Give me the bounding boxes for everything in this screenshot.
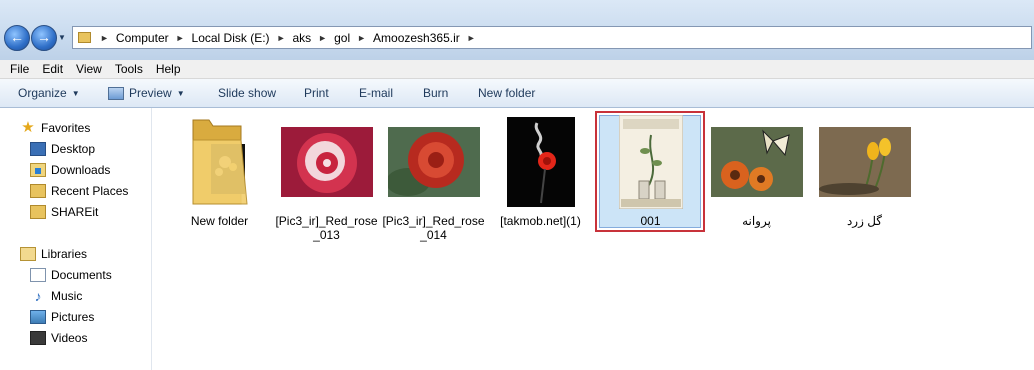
nav-downloads[interactable]: Downloads	[30, 160, 110, 180]
nav-documents[interactable]: Documents	[30, 265, 112, 285]
nav-documents-label: Documents	[51, 268, 112, 282]
rose-pink-thumbnail	[280, 127, 373, 197]
breadcrumb-local-disk[interactable]: Local Disk (E:)	[192, 31, 270, 45]
command-bar: Organize ▼ Preview ▼ Slide show Print E-ma…	[0, 79, 1034, 108]
file-name: New folder	[190, 214, 249, 228]
nav-recent-places[interactable]: Recent Places	[30, 181, 128, 201]
organize-label: Organize	[18, 86, 67, 100]
folder-icon	[30, 205, 46, 219]
chevron-right-icon[interactable]: ►	[357, 33, 366, 43]
videos-icon	[30, 331, 46, 345]
book-cover-thumbnail	[618, 115, 683, 209]
preview-label: Preview	[129, 86, 172, 100]
breadcrumb-gol[interactable]: gol	[334, 31, 350, 45]
chevron-right-icon[interactable]: ►	[100, 33, 109, 43]
file-item[interactable]: [Pic3_ir]_Red_rose_014	[381, 112, 486, 242]
email-button[interactable]: E-mail	[359, 86, 393, 100]
pictures-icon	[30, 310, 46, 324]
nav-shareit[interactable]: SHAREit	[30, 202, 98, 222]
star-icon: ★	[21, 119, 35, 136]
file-item[interactable]: پروانه	[704, 112, 809, 228]
desktop-icon	[30, 142, 46, 156]
nav-videos-label: Videos	[51, 331, 88, 345]
chevron-down-icon: ▼	[71, 89, 80, 99]
menu-file[interactable]: File	[10, 62, 29, 76]
menu-help[interactable]: Help	[156, 62, 181, 76]
navigation-pane: ★ Favorites Desktop Downloads Recent Plac…	[0, 108, 152, 370]
chevron-down-icon: ▼	[176, 89, 185, 99]
breadcrumb-aks[interactable]: aks	[292, 31, 311, 45]
nav-downloads-label: Downloads	[51, 163, 111, 177]
file-name: 001	[640, 214, 661, 228]
back-button[interactable]: ←	[4, 25, 30, 51]
forward-button[interactable]: →	[31, 25, 57, 51]
nav-music-label: Music	[51, 289, 83, 303]
nav-desktop[interactable]: Desktop	[30, 139, 95, 159]
empty-area	[710, 260, 1026, 352]
rose-red-thumbnail	[387, 127, 480, 197]
file-name: [Pic3_ir]_Red_rose_013	[275, 214, 378, 242]
preview-button[interactable]: Preview ▼	[108, 86, 185, 101]
documents-icon	[30, 268, 46, 282]
chevron-right-icon[interactable]: ►	[318, 33, 327, 43]
rose-dark-thumbnail	[506, 117, 575, 207]
file-item[interactable]: New folder	[167, 112, 272, 228]
file-name: پروانه	[742, 214, 771, 228]
file-item[interactable]: [Pic3_ir]_Red_rose_013	[274, 112, 379, 242]
music-icon: ♪	[34, 288, 42, 304]
chevron-right-icon[interactable]: ►	[277, 33, 286, 43]
file-item[interactable]: [takmob.net](1)	[488, 112, 593, 228]
menu-tools[interactable]: Tools	[115, 62, 143, 76]
slideshow-button[interactable]: Slide show	[218, 86, 276, 100]
nav-favorites[interactable]: ★ Favorites	[20, 118, 90, 138]
new-folder-button[interactable]: New folder	[478, 86, 535, 100]
libraries-icon	[20, 247, 36, 261]
breadcrumb-amoozesh365[interactable]: Amoozesh365.ir	[373, 31, 460, 45]
nav-pictures[interactable]: Pictures	[30, 307, 94, 327]
print-button[interactable]: Print	[304, 86, 329, 100]
burn-button[interactable]: Burn	[423, 86, 448, 100]
file-item[interactable]: گل زرد	[812, 112, 917, 228]
nav-recent-label: Recent Places	[51, 184, 129, 198]
recent-places-icon	[30, 184, 46, 198]
chevron-right-icon[interactable]: ►	[176, 33, 185, 43]
folder-icon	[192, 119, 248, 205]
file-name: [takmob.net](1)	[500, 214, 581, 228]
nav-shareit-label: SHAREit	[51, 205, 99, 219]
file-item-selected[interactable]: 001	[598, 112, 703, 228]
organize-button[interactable]: Organize ▼	[18, 86, 80, 100]
nav-music[interactable]: ♪ Music	[30, 286, 83, 306]
nav-libraries-label: Libraries	[41, 247, 88, 261]
nav-desktop-label: Desktop	[51, 142, 96, 156]
breadcrumb[interactable]: ► Computer ► Local Disk (E:) ► aks ► gol…	[72, 26, 1032, 49]
file-list: New folder [Pic3_ir]_Red_rose_013 [Pic3_…	[152, 108, 1034, 370]
tulips-thumbnail	[818, 127, 911, 197]
downloads-icon	[30, 163, 46, 177]
menu-view[interactable]: View	[76, 62, 102, 76]
file-name: [Pic3_ir]_Red_rose_014	[382, 214, 485, 242]
file-name: گل زرد	[846, 214, 883, 228]
breadcrumb-computer[interactable]: Computer	[116, 31, 169, 45]
chevron-right-icon[interactable]: ►	[467, 33, 476, 43]
menu-edit[interactable]: Edit	[42, 62, 63, 76]
address-bar: ← → ▼ ► Computer ► Local Disk (E:) ► aks…	[0, 0, 1034, 60]
nav-libraries[interactable]: Libraries	[20, 244, 87, 264]
menu-bar: File Edit View Tools Help	[0, 60, 1034, 79]
butterfly-thumbnail	[710, 127, 803, 197]
preview-icon	[108, 87, 124, 101]
nav-favorites-label: Favorites	[41, 121, 91, 135]
nav-videos[interactable]: Videos	[30, 328, 87, 348]
folder-icon	[78, 32, 91, 43]
recent-pages-dropdown-icon[interactable]: ▼	[58, 33, 66, 42]
nav-pictures-label: Pictures	[51, 310, 95, 324]
